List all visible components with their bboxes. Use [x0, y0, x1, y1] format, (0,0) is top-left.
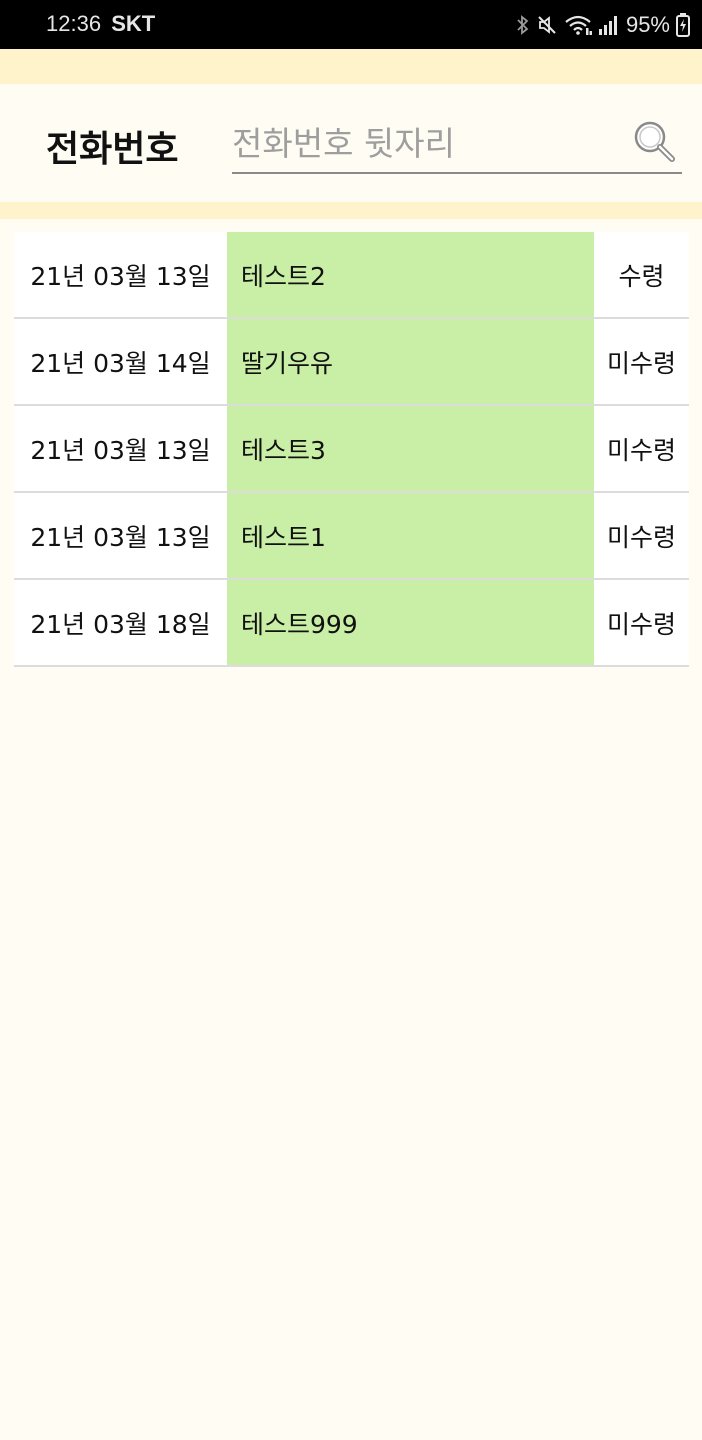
status-carrier: SKT: [111, 11, 156, 36]
list-item[interactable]: 21년 03월 18일 테스트999 미수령: [14, 580, 689, 667]
item-name: 테스트1: [227, 493, 594, 578]
search-label: 전화번호: [46, 129, 179, 170]
search-icon[interactable]: [632, 120, 676, 164]
status-left: 12:36 SKT: [46, 11, 155, 37]
item-status: 미수령: [606, 435, 676, 465]
top-band: [0, 49, 702, 84]
item-status: 미수령: [606, 348, 676, 378]
item-name: 딸기우유: [227, 319, 594, 404]
item-name: 테스트999: [227, 580, 594, 665]
item-date: 21년 03월 13일: [30, 522, 211, 552]
search-area: 전화번호: [0, 84, 702, 202]
list-item[interactable]: 21년 03월 13일 테스트2 수령: [14, 232, 689, 319]
divider-band: [0, 202, 702, 219]
status-bar: 12:36 SKT 95%: [0, 0, 702, 49]
mute-icon: [538, 16, 556, 34]
item-date: 21년 03월 13일: [30, 261, 211, 291]
record-list: 21년 03월 13일 테스트2 수령 21년 03월 14일 딸기우유 미수령…: [14, 232, 689, 667]
item-date: 21년 03월 14일: [30, 348, 211, 378]
item-date: 21년 03월 13일: [30, 435, 211, 465]
bluetooth-icon: [517, 15, 529, 35]
list-item[interactable]: 21년 03월 13일 테스트1 미수령: [14, 493, 689, 580]
item-name: 테스트3: [227, 406, 594, 491]
item-date: 21년 03월 18일: [30, 609, 211, 639]
list-item[interactable]: 21년 03월 13일 테스트3 미수령: [14, 406, 689, 493]
status-right: 95%: [516, 10, 690, 40]
search-field: [232, 116, 682, 174]
list-item[interactable]: 21년 03월 14일 딸기우유 미수령: [14, 319, 689, 406]
item-status: 미수령: [606, 609, 676, 639]
battery-percent: 95%: [625, 12, 670, 37]
battery-charging-icon: [676, 13, 690, 37]
status-time: 12:36: [46, 11, 102, 36]
search-input[interactable]: [232, 116, 622, 170]
signal-icon: [598, 16, 617, 35]
wifi-icon: [565, 15, 592, 35]
item-status: 수령: [618, 261, 665, 291]
item-name: 테스트2: [227, 232, 594, 317]
item-status: 미수령: [606, 522, 676, 552]
